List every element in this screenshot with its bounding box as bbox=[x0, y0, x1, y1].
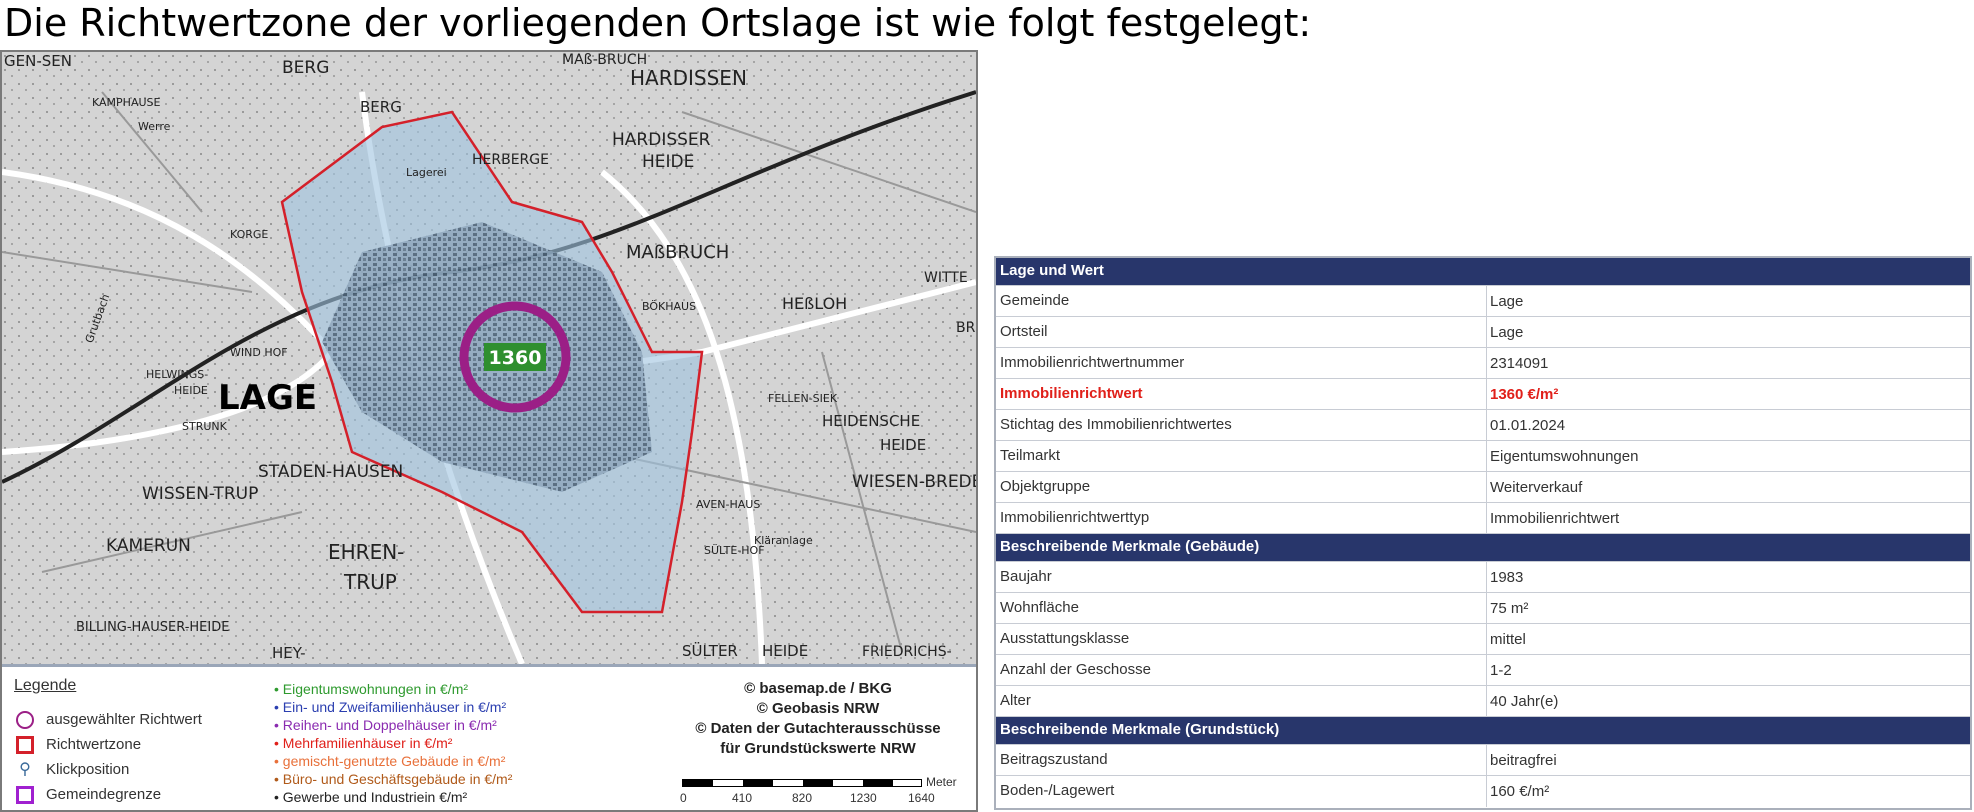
table-section-header: Beschreibende Merkmale (Gebäude) bbox=[996, 534, 1970, 562]
place-label: HEIDENSCHE bbox=[822, 412, 921, 430]
map-panel[interactable]: 1360 GEN-SEN BERG BERG MAß-BRUCH HARDISS… bbox=[0, 50, 978, 812]
place-label: Kläranlage bbox=[754, 534, 813, 547]
legend-item-selected-value: ausgewählter Richtwert bbox=[16, 711, 202, 730]
marker-label[interactable]: 1360 bbox=[489, 347, 542, 369]
place-label: HEIDE bbox=[762, 642, 809, 660]
place-label: GEN-SEN bbox=[4, 52, 72, 70]
place-label: HEY- bbox=[272, 644, 306, 662]
place-label: KAMPHAUSE bbox=[92, 96, 161, 109]
scale-bar-graphic bbox=[682, 779, 922, 787]
place-label: FRIEDRICHS- bbox=[862, 644, 952, 660]
place-label: SÜLTER bbox=[682, 642, 738, 660]
place-label: MAßBRUCH bbox=[626, 242, 730, 263]
place-label: STRUNK bbox=[182, 420, 227, 433]
page-heading: Die Richtwertzone der vorliegenden Ortsl… bbox=[4, 1, 1312, 45]
table-row: Teilmarkt Eigentumswohnungen bbox=[996, 441, 1970, 472]
legend-title: Legende bbox=[14, 677, 77, 694]
ring-icon bbox=[16, 711, 34, 730]
table-row: Stichtag des Immobilienrichtwertes 01.01.… bbox=[996, 410, 1970, 441]
table-row-highlight: Immobilienrichtwert 1360 €/m² bbox=[996, 379, 1970, 410]
legend-category: • Reihen- und Doppelhäuser in €/m² bbox=[274, 717, 497, 733]
place-label: HARDISSEN bbox=[630, 66, 747, 90]
map-pin-icon: ⚲ bbox=[19, 761, 31, 779]
table-row: Beitragszustand beitragfrei bbox=[996, 745, 1970, 776]
table-section-header: Beschreibende Merkmale (Grundstück) bbox=[996, 717, 1970, 745]
table-row: Anzahl der Geschosse 1-2 bbox=[996, 655, 1970, 686]
place-label: BILLING-HAUSER-HEIDE bbox=[76, 620, 230, 635]
table-section-header: Lage und Wert bbox=[996, 258, 1970, 286]
richtwert-info-table: Lage und Wert Gemeinde Lage Ortsteil Lage … bbox=[994, 256, 1972, 810]
place-label: HEßLOH bbox=[782, 294, 848, 313]
place-label: Lagerei bbox=[406, 166, 447, 179]
table-row: Boden-/Lagewert 160 €/m² bbox=[996, 776, 1970, 807]
scale-unit: Meter bbox=[926, 775, 957, 789]
legend-category: • Mehrfamilienhäuser in €/m² bbox=[274, 735, 453, 751]
map-canvas[interactable]: 1360 bbox=[2, 52, 976, 664]
scale-tick: 1230 bbox=[850, 791, 877, 805]
table-row: Objektgruppe Weiterverkauf bbox=[996, 472, 1970, 503]
place-label: KAMERUN bbox=[106, 536, 191, 556]
place-label: BÖKHAUS bbox=[642, 300, 697, 313]
legend-category: • Gewerbe und Industriein €/m² bbox=[274, 789, 468, 805]
table-row: Ausstattungsklasse mittel bbox=[996, 624, 1970, 655]
place-label: HEIDE bbox=[642, 152, 695, 172]
table-row: Immobilienrichtwertnummer 2314091 bbox=[996, 348, 1970, 379]
table-row: Immobilienrichtwerttyp Immobilienrichtwer… bbox=[996, 503, 1970, 534]
legend-category: • Büro- und Geschäftsgebäude in €/m² bbox=[274, 771, 513, 787]
place-label: FELLEN-SIEK bbox=[768, 392, 838, 405]
place-label: EHREN- bbox=[328, 540, 405, 564]
place-label: TRUP bbox=[344, 570, 397, 594]
place-label: BR bbox=[956, 320, 976, 336]
place-label: WIESEN-BREDE bbox=[852, 472, 978, 492]
place-label: HEIDE bbox=[174, 384, 208, 397]
square-outline-icon bbox=[16, 786, 34, 805]
place-label: WIND HOF bbox=[230, 346, 288, 359]
place-label: HELWINGS- bbox=[146, 368, 209, 381]
scale-bar: Meter 0 410 820 1230 1640 bbox=[680, 775, 962, 809]
place-label: Werre bbox=[138, 120, 171, 133]
place-label: STADEN-HAUSEN bbox=[258, 462, 404, 482]
legend-category: • Ein- und Zweifamilienhäuser in €/m² bbox=[274, 699, 507, 715]
place-label: HERBERGE bbox=[472, 152, 549, 168]
place-label: AVEN-HAUS bbox=[696, 498, 761, 511]
legend-item-boundary: Gemeindegrenze bbox=[16, 786, 161, 805]
legend-item-zone: Richtwertzone bbox=[16, 736, 141, 755]
scale-tick: 410 bbox=[732, 791, 753, 805]
square-outline-icon bbox=[16, 736, 34, 755]
table-row: Ortsteil Lage bbox=[996, 317, 1970, 348]
legend-item-click: ⚲ Klickposition bbox=[16, 761, 129, 779]
legend-category: • gemischt-genutzte Gebäude in €/m² bbox=[274, 753, 506, 769]
scale-tick: 820 bbox=[792, 791, 813, 805]
table-row: Gemeinde Lage bbox=[996, 286, 1970, 317]
place-label: HEIDE bbox=[880, 436, 927, 454]
table-row: Alter 40 Jahr(e) bbox=[996, 686, 1970, 717]
scale-tick: 0 bbox=[680, 791, 687, 805]
place-label: KORGE bbox=[230, 228, 269, 241]
place-label: WITTE bbox=[924, 270, 968, 286]
legend-category: • Eigentumswohnungen in €/m² bbox=[274, 681, 469, 697]
table-row: Baujahr 1983 bbox=[996, 562, 1970, 593]
place-label: BERG bbox=[282, 58, 330, 78]
map-credits: © basemap.de / BKG © Geobasis NRW © Date… bbox=[695, 680, 941, 757]
place-label: BERG bbox=[360, 98, 402, 116]
map-legend: Legende ausgewählter Richtwert Richtwert… bbox=[2, 664, 976, 810]
table-row: Wohnfläche 75 m² bbox=[996, 593, 1970, 624]
place-label-lage: LAGE bbox=[218, 378, 318, 418]
scale-tick: 1640 bbox=[908, 791, 935, 805]
place-label: HARDISSER bbox=[612, 130, 711, 150]
place-label: WISSEN-TRUP bbox=[142, 484, 259, 504]
